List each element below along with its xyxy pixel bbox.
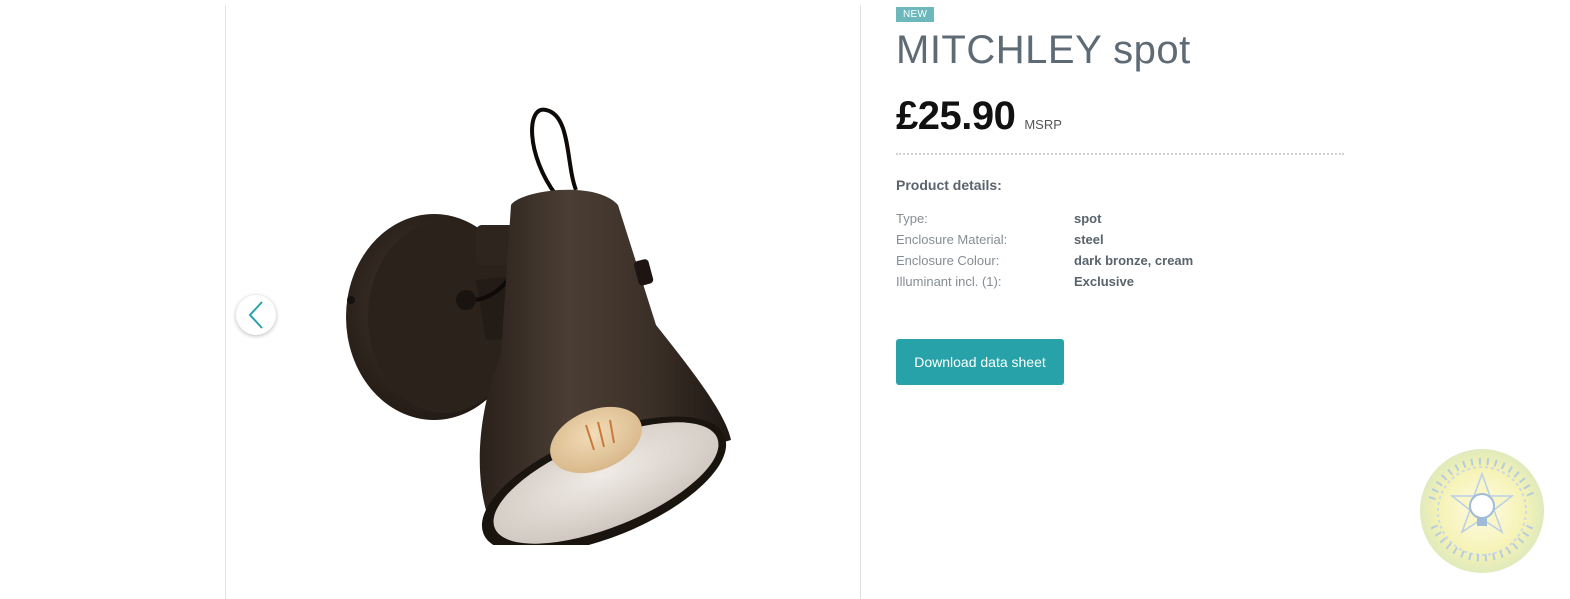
previous-image-button[interactable]: [236, 295, 276, 335]
product-price: £25.90: [896, 94, 1016, 138]
detail-value: dark bronze, cream: [1074, 253, 1194, 268]
watermark-seal-logo: [1420, 449, 1544, 573]
detail-key: Illuminant incl. (1):: [896, 274, 1002, 289]
product-image: [346, 107, 731, 545]
detail-row-illuminant: Illuminant incl. (1): Exclusive: [896, 274, 1346, 295]
detail-value: steel: [1074, 232, 1104, 247]
product-info: NEW MITCHLEY spot £25.90 MSRP Product de…: [896, 4, 1346, 295]
divider: [896, 153, 1344, 155]
product-title: MITCHLEY spot: [896, 28, 1191, 72]
new-badge: NEW: [896, 7, 935, 22]
detail-row-type: Type: spot: [896, 211, 1346, 232]
detail-row-material: Enclosure Material: steel: [896, 232, 1346, 253]
detail-key: Type:: [896, 211, 928, 226]
detail-row-colour: Enclosure Colour: dark bronze, cream: [896, 253, 1346, 274]
details-heading: Product details:: [896, 177, 1002, 193]
detail-key: Enclosure Colour:: [896, 253, 1000, 268]
price-row: £25.90 MSRP: [896, 94, 1346, 139]
chevron-left-icon: [248, 301, 263, 329]
detail-value: spot: [1074, 211, 1102, 226]
product-gallery: [225, 5, 861, 599]
price-suffix: MSRP: [1024, 117, 1062, 132]
download-data-sheet-button[interactable]: Download data sheet: [896, 339, 1064, 385]
product-details-table: Type: spot Enclosure Material: steel Enc…: [896, 211, 1346, 295]
detail-value: Exclusive: [1074, 274, 1134, 289]
detail-key: Enclosure Material:: [896, 232, 1008, 247]
